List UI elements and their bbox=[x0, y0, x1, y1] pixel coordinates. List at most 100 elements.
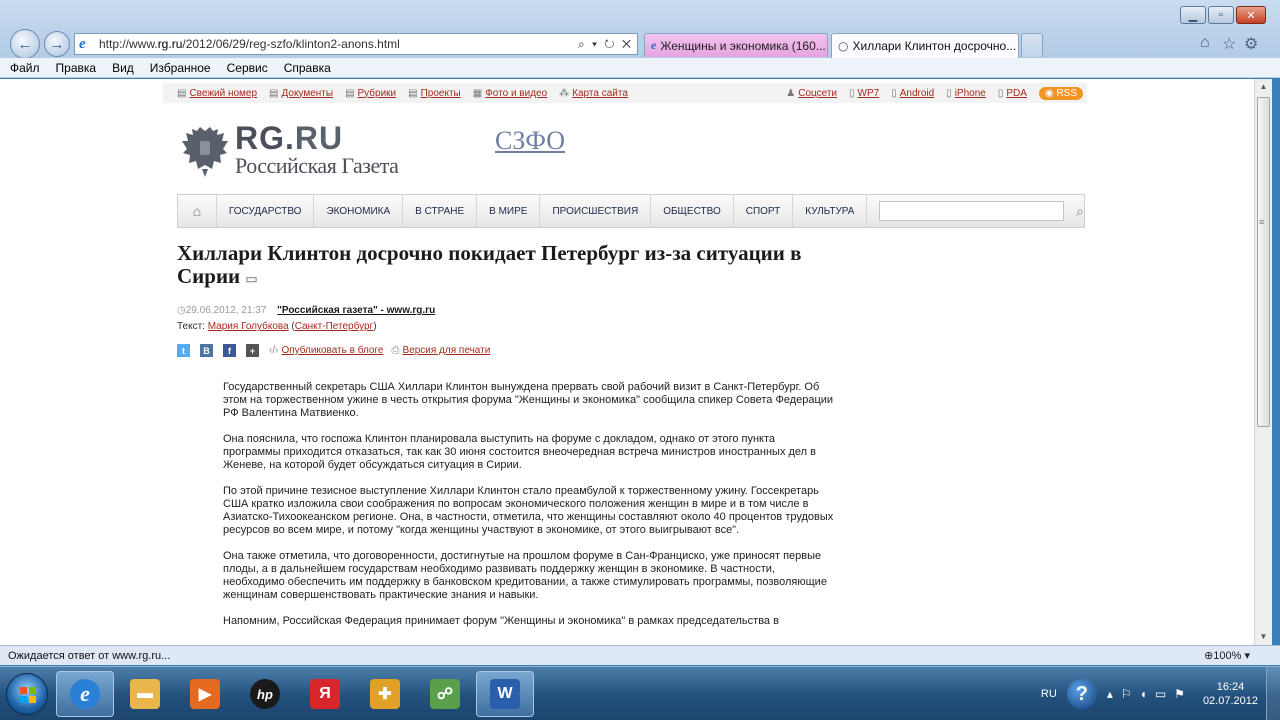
ie-tab-icon: e bbox=[651, 38, 657, 52]
article-date: 29.06.2012, 21:37 bbox=[185, 305, 267, 316]
logo-rg-ru: RG.RU bbox=[235, 120, 344, 156]
vertical-scrollbar[interactable]: ▲ ≡ ▼ bbox=[1254, 79, 1272, 645]
region-link-szfo[interactable]: СЗФО bbox=[495, 126, 565, 156]
taskbar-word[interactable]: W bbox=[476, 671, 534, 717]
nav-item-world[interactable]: В МИРЕ bbox=[477, 195, 541, 227]
twitter-icon[interactable]: t bbox=[177, 344, 190, 357]
new-tab-button[interactable] bbox=[1021, 33, 1043, 57]
author-link[interactable]: Мария Голубкова bbox=[208, 321, 289, 332]
yandex-icon: Я bbox=[310, 679, 340, 709]
taskbar-app-puzzle[interactable]: ✚ bbox=[356, 671, 414, 717]
photo-icon: ▦ bbox=[472, 87, 483, 99]
menu-tools[interactable]: Сервис bbox=[227, 61, 268, 75]
topbar-link-rubrics[interactable]: ▤ Рубрики bbox=[345, 88, 396, 99]
topbar-right-links: ♟ Соцсети ▯ WP7 ▯ Android ▯ iPhone ▯ PDA ◉ RS… bbox=[786, 86, 1087, 100]
settings-gear-icon[interactable]: ⚙ bbox=[1244, 34, 1258, 54]
home-icon[interactable]: ⌂ bbox=[1200, 34, 1210, 52]
nav-item-state[interactable]: ГОСУДАРСТВО bbox=[217, 195, 315, 227]
comments-icon[interactable]: ▭ bbox=[245, 271, 257, 286]
topbar-link-iphone[interactable]: ▯ iPhone bbox=[946, 88, 986, 99]
topbar-link-documents[interactable]: ▤ Документы bbox=[269, 88, 333, 99]
sitemap-icon: ⁂ bbox=[559, 87, 570, 99]
system-clock[interactable]: 16:24 02.07.2012 bbox=[1203, 680, 1258, 708]
nav-item-incidents[interactable]: ПРОИСШЕСТВИЯ bbox=[540, 195, 652, 227]
scroll-up-icon[interactable]: ▲ bbox=[1255, 79, 1272, 95]
article-body: Государственный секретарь США Хиллари Кл… bbox=[223, 381, 835, 641]
topbar-link-pda[interactable]: ▯ PDA bbox=[998, 88, 1027, 99]
taskbar-ie[interactable]: e bbox=[56, 671, 114, 717]
article-paragraph: Она пояснила, что госпожа Клинтон планир… bbox=[223, 433, 816, 471]
vkontakte-icon[interactable]: В bbox=[200, 344, 213, 357]
topbar-link-social[interactable]: ♟ Соцсети bbox=[786, 88, 837, 99]
taskbar-explorer[interactable]: ▬ bbox=[116, 671, 174, 717]
url-text[interactable]: http://www.rg.ru/2012/06/29/reg-szfo/kli… bbox=[99, 37, 578, 51]
forward-button[interactable]: → bbox=[44, 31, 70, 57]
menu-view[interactable]: Вид bbox=[112, 61, 134, 75]
topbar-link-fresh-issue[interactable]: ▤ Свежий номер bbox=[177, 88, 257, 99]
print-version-link[interactable]: Версия для печати bbox=[402, 345, 490, 356]
taskbar-network-app[interactable]: ☍ bbox=[416, 671, 474, 717]
author-city-link[interactable]: Санкт-Петербург bbox=[295, 321, 373, 332]
address-tools-icons[interactable]: ⌕ ▾ ↻ ✕ bbox=[578, 37, 637, 52]
favorites-star-icon[interactable]: ☆ bbox=[1222, 34, 1236, 54]
folder-icon: ▬ bbox=[130, 679, 160, 709]
help-icon[interactable]: ? bbox=[1066, 679, 1097, 709]
nav-item-sport[interactable]: СПОРТ bbox=[734, 195, 794, 227]
site-search-input[interactable] bbox=[879, 201, 1065, 221]
maximize-button[interactable]: ▫ bbox=[1208, 6, 1234, 24]
tab-label: Хиллари Клинтон досрочно... bbox=[852, 39, 1017, 53]
nav-item-country[interactable]: В СТРАНЕ bbox=[403, 195, 478, 227]
media-player-icon: ▶ bbox=[190, 679, 220, 709]
publish-blog-link[interactable]: Опубликовать в блоге bbox=[281, 345, 383, 356]
article-paragraph: Напомним, Российская Федерация принимает… bbox=[223, 615, 779, 627]
taskbar-hp[interactable]: hp bbox=[236, 671, 294, 717]
menu-file[interactable]: Файл bbox=[10, 61, 40, 75]
print-icon: ⎙ bbox=[391, 345, 400, 356]
facebook-icon[interactable]: f bbox=[223, 344, 236, 357]
rss-button[interactable]: ◉ RSS bbox=[1038, 86, 1083, 100]
rss-icon: ◉ bbox=[1044, 87, 1057, 99]
scroll-down-icon[interactable]: ▼ bbox=[1255, 629, 1272, 645]
zoom-control[interactable]: ⊕100% ▾ bbox=[1204, 649, 1250, 662]
topbar-link-wp7[interactable]: ▯ WP7 bbox=[849, 88, 879, 99]
menu-edit[interactable]: Правка bbox=[56, 61, 97, 75]
tab-women-economy[interactable]: e Женщины и экономика (160... bbox=[644, 33, 828, 57]
minimize-button[interactable]: ▁ bbox=[1180, 6, 1206, 24]
share-bar: t В f + ‹/› Опубликовать в блоге ⎙ Верси… bbox=[177, 344, 498, 357]
tray-icons[interactable]: ▴⚐◖▭⚑ bbox=[1107, 687, 1193, 701]
topbar-link-android[interactable]: ▯ Android bbox=[891, 88, 934, 99]
close-window-button[interactable]: ✕ bbox=[1236, 6, 1266, 24]
word-icon: W bbox=[490, 679, 520, 709]
search-icon[interactable]: ⌕ bbox=[1076, 203, 1084, 220]
article-paragraph: По этой причине тезисное выступление Хил… bbox=[223, 485, 834, 536]
nav-item-society[interactable]: ОБЩЕСТВО bbox=[651, 195, 734, 227]
menu-bar: Файл Правка Вид Избранное Сервис Справка bbox=[0, 58, 1280, 78]
language-indicator[interactable]: RU bbox=[1041, 688, 1057, 700]
topbar-link-photo-video[interactable]: ▦ Фото и видео bbox=[473, 88, 547, 99]
nav-item-culture[interactable]: КУЛЬТУРА bbox=[793, 195, 868, 227]
article-paragraph: Она также отметила, что договоренности, … bbox=[223, 550, 827, 601]
home-icon[interactable]: ⌂ bbox=[178, 195, 217, 227]
taskbar-media-player[interactable]: ▶ bbox=[176, 671, 234, 717]
scroll-thumb[interactable] bbox=[1257, 97, 1270, 427]
menu-favorites[interactable]: Избранное bbox=[150, 61, 211, 75]
taskbar-yandex[interactable]: Я bbox=[296, 671, 354, 717]
topbar-link-sitemap[interactable]: ⁂ Карта сайта bbox=[559, 88, 628, 99]
address-bar[interactable]: e http://www.rg.ru/2012/06/29/reg-szfo/k… bbox=[74, 33, 638, 55]
article-source-link[interactable]: "Российская газета" - www.rg.ru bbox=[277, 305, 435, 316]
ie-page-icon: e bbox=[79, 36, 86, 52]
share-plus-icon[interactable]: + bbox=[246, 344, 259, 357]
show-desktop-button[interactable] bbox=[1266, 667, 1280, 720]
back-button[interactable]: ← bbox=[10, 29, 40, 59]
tab-clinton-article[interactable]: ○ Хиллари Клинтон досрочно... ✕ bbox=[831, 33, 1019, 58]
clock-time: 16:24 bbox=[1216, 681, 1245, 693]
scroll-grip-icon: ≡ bbox=[1259, 217, 1265, 227]
topbar-link-projects[interactable]: ▤ Проекты bbox=[408, 88, 461, 99]
document-icon: ▤ bbox=[269, 87, 279, 99]
tab-label: Женщины и экономика (160... bbox=[660, 38, 826, 53]
nav-item-economy[interactable]: ЭКОНОМИКА bbox=[314, 195, 404, 227]
phone-icon: ▯ bbox=[849, 87, 855, 99]
menu-help[interactable]: Справка bbox=[284, 61, 331, 75]
start-button[interactable] bbox=[6, 673, 48, 715]
network-icon: ☍ bbox=[430, 679, 460, 709]
